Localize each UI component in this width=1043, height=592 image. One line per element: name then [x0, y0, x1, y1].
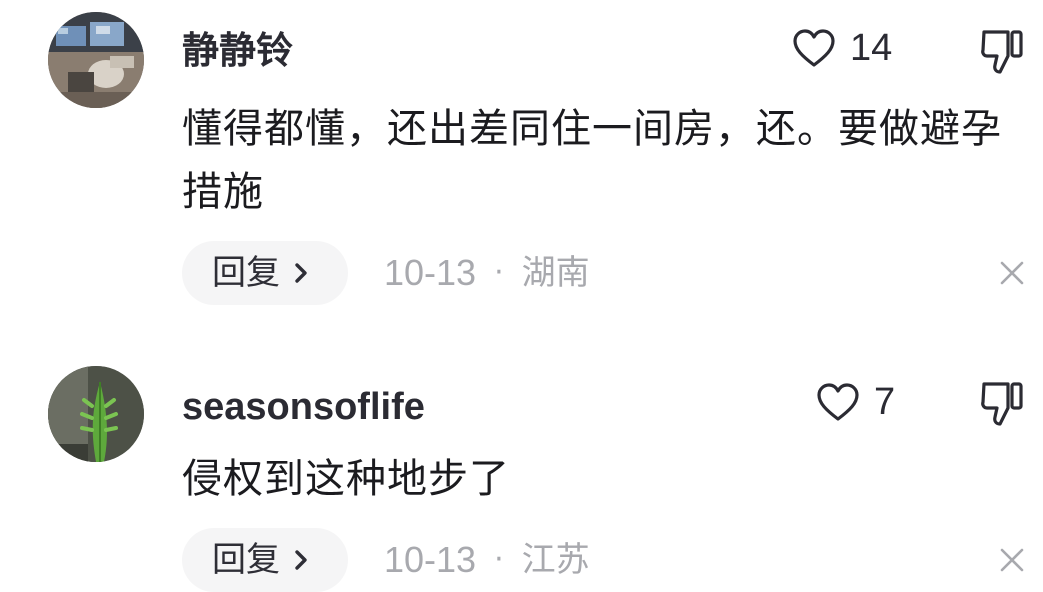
heart-outline-icon [816, 382, 860, 422]
close-icon[interactable] [998, 259, 1026, 287]
like-count: 7 [874, 381, 896, 423]
chevron-right-icon [294, 262, 308, 284]
comment-location: 江苏 [521, 540, 590, 580]
chevron-right-icon [294, 549, 308, 571]
heart-outline-icon [792, 28, 836, 68]
reply-button[interactable]: 回复 [182, 528, 348, 592]
comment-username[interactable]: 静静铃 [182, 32, 293, 69]
comment-item: seasonsoflife 7 侵权到这种地步了 回复 10-13 · 江苏 [0, 320, 1043, 592]
thumbs-down-icon[interactable] [978, 378, 1026, 428]
comment-date: 10-13 [384, 539, 477, 580]
comment-item: 静静铃 14 懂得都懂，还出差同住一间房，还。要做避孕措施 回复 10-13 ·… [0, 0, 1043, 320]
close-icon[interactable] [998, 546, 1026, 574]
like-button[interactable]: 7 [816, 382, 895, 422]
meta-separator: · [494, 542, 504, 577]
comment-location: 湖南 [521, 253, 590, 293]
thumbs-down-icon[interactable] [978, 26, 1026, 76]
meta-separator: · [494, 255, 504, 290]
comment-meta: 10-13 · 江苏 [384, 542, 590, 578]
comment-meta: 10-13 · 湖南 [384, 255, 590, 291]
comment-text: 侵权到这种地步了 [182, 456, 510, 502]
like-button[interactable]: 14 [792, 28, 892, 68]
comment-username[interactable]: seasonsoflife [182, 388, 425, 426]
reply-label: 回复 [212, 253, 280, 293]
reply-label: 回复 [212, 540, 280, 580]
comment-date: 10-13 [384, 252, 477, 293]
comment-text: 懂得都懂，还出差同住一间房，还。要做避孕措施 [182, 106, 1002, 215]
avatar[interactable] [48, 366, 144, 462]
like-count: 14 [850, 27, 893, 69]
reply-button[interactable]: 回复 [182, 241, 348, 305]
avatar[interactable] [48, 12, 144, 108]
